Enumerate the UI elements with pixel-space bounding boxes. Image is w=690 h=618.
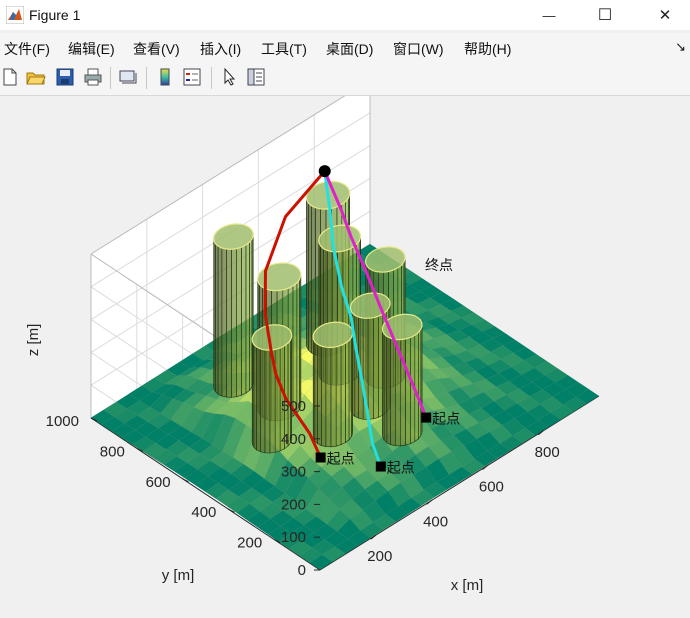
- cylinder-face: [227, 249, 232, 397]
- menu-bar: 文件(F) 编辑(E) 查看(V) 插入(I) 工具(T) 桌面(D) 窗口(W…: [0, 33, 690, 61]
- print-icon[interactable]: [83, 67, 103, 87]
- start-marker: [376, 462, 386, 472]
- cylinder-face: [326, 347, 331, 447]
- title-bar: Figure 1 — ☐ ✕: [0, 0, 690, 30]
- start-label: 起点: [327, 452, 355, 468]
- toolbar-separator: [110, 67, 111, 89]
- y-tick-label: 1000: [46, 413, 79, 430]
- maximize-button[interactable]: ☐: [582, 0, 628, 30]
- z-tick-label: 100: [281, 529, 306, 546]
- pointer-icon[interactable]: [220, 67, 240, 87]
- figure-canvas: 起点起点起点终点01002003004005002004006008001000…: [0, 96, 690, 613]
- z-tick-label: 300: [281, 464, 306, 481]
- end-marker: [319, 165, 331, 177]
- start-marker: [421, 413, 431, 423]
- menu-edit[interactable]: 编辑(E): [68, 39, 115, 59]
- y-tick-label: 600: [146, 474, 171, 491]
- cylinder-face: [257, 347, 261, 452]
- cylinder-face: [349, 337, 351, 440]
- toolbar: [0, 61, 690, 96]
- cylinder-face: [384, 334, 387, 443]
- cylinder-face: [250, 239, 252, 390]
- cylinder-face: [336, 345, 341, 446]
- cylinder-face: [406, 338, 411, 446]
- menu-window[interactable]: 窗口(W): [393, 39, 444, 59]
- colorbar-icon[interactable]: [155, 67, 175, 87]
- minimize-icon: —: [543, 8, 556, 23]
- menu-desktop[interactable]: 桌面(D): [326, 39, 373, 59]
- y-tick-label: 800: [100, 443, 125, 460]
- x-tick-label: 600: [479, 479, 504, 496]
- toolbar-separator: [146, 67, 147, 89]
- close-icon: ✕: [659, 6, 672, 24]
- cylinder-face: [293, 283, 297, 416]
- menu-help[interactable]: 帮助(H): [464, 39, 511, 59]
- cylinder-face: [315, 342, 318, 444]
- cylinder-face: [218, 246, 222, 396]
- matlab-logo-icon: [6, 6, 24, 24]
- menu-file[interactable]: 文件(F): [4, 39, 50, 59]
- property-inspector-icon[interactable]: [246, 67, 266, 87]
- x-axis-label: x [m]: [451, 577, 484, 594]
- z-axis-label: z [m]: [25, 324, 42, 357]
- cylinder-face: [341, 343, 345, 445]
- cylinder-face: [387, 337, 391, 445]
- 3d-axes[interactable]: 起点起点起点终点01002003004005002004006008001000…: [0, 96, 690, 613]
- close-button[interactable]: ✕: [642, 0, 688, 30]
- cylinder-face: [254, 345, 257, 450]
- cylinder-face: [391, 338, 396, 445]
- toolbar-separator: [211, 67, 212, 89]
- save-icon[interactable]: [55, 67, 75, 87]
- x-tick-label: 400: [423, 513, 448, 530]
- cylinder-face: [232, 249, 237, 398]
- x-tick-label: 800: [535, 444, 560, 461]
- obstacle-cylinder: [383, 314, 423, 446]
- obstacle-cylinder: [214, 224, 254, 397]
- y-tick-label: 200: [237, 535, 262, 552]
- cylinder-face: [308, 203, 311, 353]
- cylinder-face: [321, 346, 326, 446]
- cylinder-face: [346, 340, 350, 442]
- link-plot-icon[interactable]: [118, 67, 138, 87]
- cylinder-face: [265, 350, 270, 453]
- cylinder-face: [318, 344, 322, 445]
- cylinder-face: [418, 329, 420, 438]
- y-tick-label: 400: [191, 504, 216, 521]
- cylinder-face: [373, 316, 378, 419]
- open-file-icon[interactable]: [26, 67, 46, 87]
- start-marker: [316, 453, 326, 463]
- new-figure-icon[interactable]: [0, 67, 20, 87]
- z-tick-label: 0: [298, 562, 306, 579]
- y-axis-label: y [m]: [162, 567, 195, 584]
- start-label: 起点: [432, 412, 460, 428]
- cylinder-face: [242, 245, 246, 395]
- z-tick-label: 200: [281, 496, 306, 513]
- end-label: 终点: [425, 258, 453, 274]
- menu-overflow-arrow-icon[interactable]: ↘: [675, 39, 686, 55]
- window-title: Figure 1: [29, 7, 80, 23]
- start-label: 起点: [387, 461, 415, 477]
- menu-view[interactable]: 查看(V): [133, 39, 180, 59]
- cylinder-face: [368, 318, 373, 420]
- maximize-icon: ☐: [598, 5, 612, 25]
- z-tick-label: 500: [281, 398, 306, 415]
- obstacle-cylinder: [313, 322, 353, 447]
- cylinder-face: [275, 348, 280, 452]
- z-tick-label: 400: [281, 431, 306, 448]
- menu-insert[interactable]: 插入(I): [200, 39, 241, 59]
- x-tick-label: 200: [367, 548, 392, 565]
- cylinder-face: [237, 247, 242, 397]
- cylinder-face: [222, 248, 227, 397]
- menu-tools[interactable]: 工具(T): [261, 39, 307, 59]
- cylinder-face: [260, 349, 265, 453]
- cylinder-face: [215, 244, 218, 395]
- cylinder-face: [331, 347, 336, 447]
- cylinder-face: [246, 242, 250, 393]
- legend-icon[interactable]: [182, 67, 202, 87]
- minimize-button[interactable]: —: [526, 0, 572, 30]
- cylinder-face: [297, 280, 300, 414]
